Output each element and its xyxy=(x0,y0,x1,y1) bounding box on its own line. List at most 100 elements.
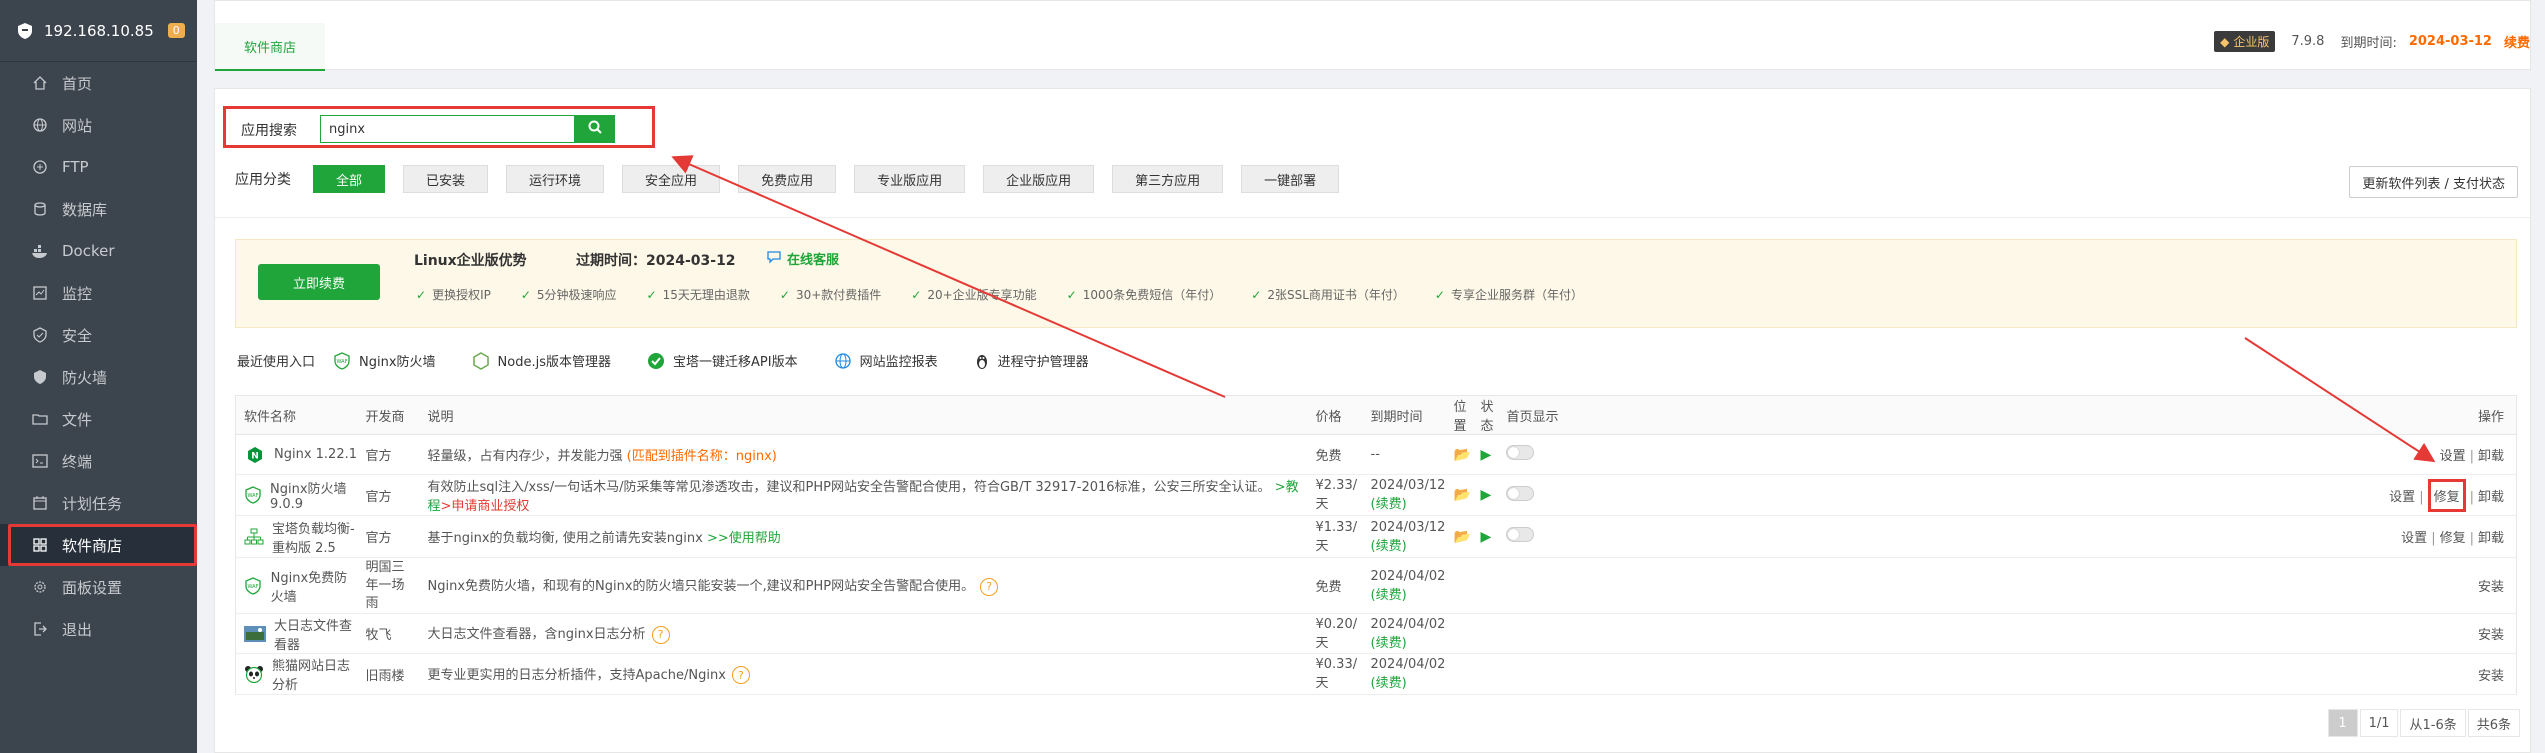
repair-link[interactable]: 修复 xyxy=(2440,531,2466,546)
category-enterprise[interactable]: 企业版应用 xyxy=(983,165,1095,193)
settings-link[interactable]: 设置 xyxy=(2440,449,2466,464)
category-security[interactable]: 安全应用 xyxy=(622,165,721,193)
recent-item-nodejs[interactable]: Node.js版本管理器 xyxy=(472,351,611,370)
folder-icon[interactable]: 📂 xyxy=(1453,447,1470,463)
sidebar-item-settings[interactable]: 面板设置 xyxy=(0,566,197,608)
software-name[interactable]: 宝塔负载均衡-重构版 2.5 xyxy=(272,518,358,556)
tab-software-store[interactable]: 软件商店 xyxy=(215,23,325,71)
recent-item-migrate[interactable]: 宝塔一键迁移API版本 xyxy=(647,351,798,370)
category-all[interactable]: 全部 xyxy=(313,165,386,193)
location-cell xyxy=(1445,653,1473,695)
enterprise-badge[interactable]: ◆ 企业版 xyxy=(2214,31,2276,52)
name-cell: WAF Nginx防火墙 9.0.9 xyxy=(235,474,358,516)
category-one-click[interactable]: 一键部署 xyxy=(1241,165,1340,193)
renew-link[interactable]: (续费) xyxy=(1371,636,1407,651)
expire: 2024/04/02 xyxy=(1370,616,1446,632)
install-link[interactable]: 安装 xyxy=(2478,628,2504,643)
host-address[interactable]: 192.168.10.85 xyxy=(44,22,154,40)
sidebar-item-logout[interactable]: 退出 xyxy=(0,608,197,650)
sidebar-item-database[interactable]: 数据库 xyxy=(0,188,197,230)
waf-icon: WAF xyxy=(244,575,263,597)
uninstall-link[interactable]: 卸载 xyxy=(2478,490,2504,505)
sidebar-item-website[interactable]: 网站 xyxy=(0,104,197,146)
sidebar-item-store[interactable]: 软件商店 xyxy=(0,524,197,566)
svg-text:WAF: WAF xyxy=(248,584,259,590)
software-name[interactable]: Nginx免费防火墙 xyxy=(271,567,358,605)
folder-icon[interactable]: 📂 xyxy=(1453,529,1470,545)
homepage-toggle[interactable] xyxy=(1506,527,1535,542)
renew-link[interactable]: (续费) xyxy=(1371,539,1407,554)
col-location: 位置 xyxy=(1445,395,1473,435)
sidebar-item-terminal[interactable]: 终端 xyxy=(0,440,197,482)
vendor: 牧飞 xyxy=(357,613,420,654)
help-icon[interactable]: ? xyxy=(651,625,670,644)
sidebar-item-files[interactable]: 文件 xyxy=(0,398,197,440)
sidebar-item-cron[interactable]: 计划任务 xyxy=(0,482,197,524)
feature-label: 专享企业服务群（年付） xyxy=(1450,288,1583,302)
sidebar-item-label: 监控 xyxy=(62,284,93,303)
check-icon: ✓ xyxy=(416,287,427,302)
homepage-toggle[interactable] xyxy=(1506,485,1535,501)
homepage-toggle[interactable] xyxy=(1506,445,1535,460)
settings-link[interactable]: 设置 xyxy=(2401,531,2427,546)
vendor: 官方 xyxy=(357,434,420,475)
sidebar-item-home[interactable]: 首页 xyxy=(0,62,197,104)
help-icon[interactable]: ? xyxy=(731,666,750,685)
category-pro[interactable]: 专业版应用 xyxy=(854,165,966,193)
online-service-link[interactable]: 在线客服 xyxy=(766,249,839,268)
page-current[interactable]: 1 xyxy=(2327,709,2358,737)
service-label: 在线客服 xyxy=(787,253,840,268)
uninstall-link[interactable]: 卸载 xyxy=(2478,531,2504,546)
search-button[interactable] xyxy=(575,115,615,143)
update-list-button[interactable]: 更新软件列表 / 支付状态 xyxy=(2349,166,2518,198)
notification-badge[interactable]: 0 xyxy=(167,23,185,38)
site-monitor-icon xyxy=(834,352,852,370)
renew-link[interactable]: (续费) xyxy=(1371,676,1407,691)
help-link[interactable]: >>使用帮助 xyxy=(707,531,781,546)
repair-link[interactable]: 修复 xyxy=(2434,490,2460,505)
renew-link[interactable]: (续费) xyxy=(1371,497,1407,512)
recent-item-supervisor[interactable]: 进程守护管理器 xyxy=(974,351,1089,370)
install-link[interactable]: 安装 xyxy=(2478,669,2504,684)
col-price: 价格 xyxy=(1307,395,1363,435)
sidebar-item-monitor[interactable]: 监控 xyxy=(0,272,197,314)
renew-now-button[interactable]: 立即续费 xyxy=(258,264,380,300)
category-third-party[interactable]: 第三方应用 xyxy=(1112,165,1224,193)
install-link[interactable]: 安装 xyxy=(2478,580,2504,595)
category-installed[interactable]: 已安装 xyxy=(403,165,489,193)
col-desc: 说明 xyxy=(419,395,1308,435)
chat-icon xyxy=(766,250,782,268)
sidebar-item-label: 终端 xyxy=(62,452,93,471)
play-icon[interactable]: ▶ xyxy=(1480,487,1491,503)
software-name[interactable]: Nginx 1.22.1 xyxy=(274,447,357,462)
renew-link[interactable]: 续费 xyxy=(2504,32,2530,51)
help-icon[interactable]: ? xyxy=(980,577,999,596)
license-link[interactable]: >申请商业授权 xyxy=(441,499,530,514)
col-status: 状态 xyxy=(1472,395,1499,435)
software-name[interactable]: Nginx防火墙 9.0.9 xyxy=(270,478,358,512)
sidebar-item-ftp[interactable]: FTP xyxy=(0,146,197,188)
price: ¥0.20/天 xyxy=(1307,613,1363,654)
price: ¥2.33/天 xyxy=(1307,474,1363,516)
terminal-icon xyxy=(30,451,50,471)
uninstall-link[interactable]: 卸载 xyxy=(2478,449,2504,464)
category-runtime[interactable]: 运行环境 xyxy=(506,165,605,193)
recent-item-nginx-waf[interactable]: WAF Nginx防火墙 xyxy=(333,351,436,370)
folder-icon[interactable]: 📂 xyxy=(1453,487,1470,503)
sidebar-item-docker[interactable]: Docker xyxy=(0,230,197,272)
check-icon: ✓ xyxy=(1434,287,1445,302)
category-free[interactable]: 免费应用 xyxy=(738,165,837,193)
software-name[interactable]: 大日志文件查看器 xyxy=(274,615,358,653)
check-icon: ✓ xyxy=(520,287,531,302)
search-input[interactable] xyxy=(320,115,575,143)
software-name[interactable]: 熊猫网站日志分析 xyxy=(272,655,358,693)
recent-item-site-monitor[interactable]: 网站监控报表 xyxy=(834,351,938,370)
play-icon[interactable]: ▶ xyxy=(1480,447,1491,463)
database-icon xyxy=(30,199,50,219)
settings-link[interactable]: 设置 xyxy=(2389,490,2415,505)
play-icon[interactable]: ▶ xyxy=(1480,529,1491,545)
sidebar-item-firewall[interactable]: 防火墙 xyxy=(0,356,197,398)
renew-link[interactable]: (续费) xyxy=(1371,588,1407,603)
sidebar-item-security[interactable]: 安全 xyxy=(0,314,197,356)
name-cell: N Nginx 1.22.1 xyxy=(235,434,358,475)
